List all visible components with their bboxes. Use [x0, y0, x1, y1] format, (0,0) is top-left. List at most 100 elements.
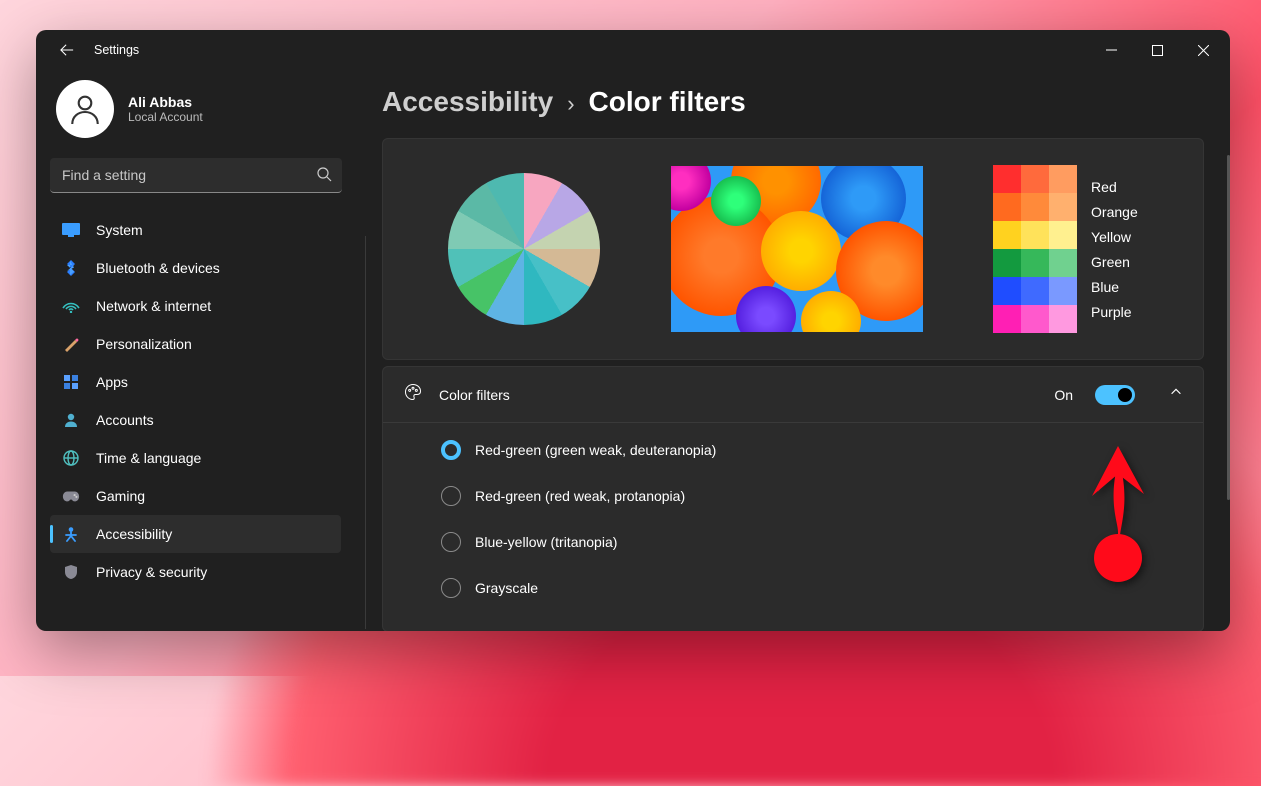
- breadcrumb-parent[interactable]: Accessibility: [382, 86, 553, 118]
- page-title: Color filters: [589, 86, 746, 118]
- breadcrumb: Accessibility › Color filters: [382, 86, 1204, 118]
- swatch-cell: [993, 277, 1021, 305]
- swatch-cell: [1049, 221, 1077, 249]
- maximize-button[interactable]: [1134, 30, 1180, 70]
- scrollbar[interactable]: [1227, 155, 1230, 500]
- setting-label: Color filters: [439, 387, 1038, 403]
- nav-label: Privacy & security: [96, 564, 207, 580]
- sidebar-item-apps[interactable]: Apps: [50, 363, 341, 401]
- preview-card: Red Orange Yellow Green Blue Purple: [382, 138, 1204, 360]
- swatch-cell: [1049, 193, 1077, 221]
- nav-icon: [62, 297, 80, 315]
- nav-icon: [62, 373, 80, 391]
- app-title: Settings: [94, 43, 139, 57]
- annotation-arrow: [1078, 442, 1158, 587]
- swatch-cell: [1049, 165, 1077, 193]
- nav-list: System Bluetooth & devices Network & inter…: [50, 211, 342, 631]
- swatch-cell: [1021, 249, 1049, 277]
- radio-icon: [441, 578, 461, 598]
- palette-icon: [403, 382, 423, 407]
- sidebar: Ali Abbas Local Account System Bluetooth …: [36, 70, 356, 631]
- swatch-cell: [993, 221, 1021, 249]
- swatch-cell: [993, 165, 1021, 193]
- photo-preview: [671, 166, 923, 332]
- chevron-up-icon[interactable]: [1169, 385, 1183, 404]
- main-content: Accessibility › Color filters: [356, 70, 1230, 631]
- swatch-cell: [993, 249, 1021, 277]
- swatch-cell: [1021, 221, 1049, 249]
- sidebar-item-accounts[interactable]: Accounts: [50, 401, 341, 439]
- radio-icon: [441, 532, 461, 552]
- swatch-panel: Red Orange Yellow Green Blue Purple: [993, 165, 1138, 333]
- swatch-labels: Red Orange Yellow Green Blue Purple: [1091, 179, 1138, 320]
- option-label: Red-green (green weak, deuteranopia): [475, 442, 716, 458]
- nav-label: Accessibility: [96, 526, 172, 542]
- user-name: Ali Abbas: [128, 94, 203, 110]
- sidebar-item-network-internet[interactable]: Network & internet: [50, 287, 341, 325]
- radio-icon: [441, 486, 461, 506]
- option-label: Blue-yellow (tritanopia): [475, 534, 617, 550]
- nav-label: Apps: [96, 374, 128, 390]
- settings-window: Settings Ali Abbas Local Account: [36, 30, 1230, 631]
- chevron-right-icon: ›: [567, 91, 574, 117]
- swatch-cell: [1049, 305, 1077, 333]
- nav-label: Gaming: [96, 488, 145, 504]
- swatch-cell: [993, 193, 1021, 221]
- swatch-cell: [993, 305, 1021, 333]
- filter-option[interactable]: Grayscale: [441, 565, 1183, 611]
- color-filters-toggle[interactable]: [1095, 385, 1135, 405]
- swatch-label: Yellow: [1091, 229, 1138, 245]
- swatch-cell: [1049, 249, 1077, 277]
- toggle-state-text: On: [1054, 387, 1073, 403]
- filter-option[interactable]: Red-green (red weak, protanopia): [441, 473, 1183, 519]
- back-button[interactable]: [54, 37, 80, 63]
- filter-option[interactable]: Red-green (green weak, deuteranopia): [441, 427, 1183, 473]
- sidebar-item-time-language[interactable]: Time & language: [50, 439, 341, 477]
- nav-icon: [62, 449, 80, 467]
- swatch-grid: [993, 165, 1077, 333]
- radio-icon: [441, 440, 461, 460]
- color-filters-toggle-row[interactable]: Color filters On: [383, 367, 1203, 422]
- profile[interactable]: Ali Abbas Local Account: [50, 70, 342, 158]
- swatch-cell: [1021, 193, 1049, 221]
- nav-label: Network & internet: [96, 298, 211, 314]
- nav-label: Time & language: [96, 450, 201, 466]
- search-field[interactable]: [50, 158, 342, 193]
- swatch-label: Orange: [1091, 204, 1138, 220]
- sidebar-item-system[interactable]: System: [50, 211, 341, 249]
- nav-icon: [62, 563, 80, 581]
- swatch-cell: [1021, 305, 1049, 333]
- nav-icon: [62, 525, 80, 543]
- search-icon: [316, 166, 332, 187]
- sidebar-item-privacy-security[interactable]: Privacy & security: [50, 553, 341, 591]
- nav-icon: [62, 221, 80, 239]
- option-label: Grayscale: [475, 580, 538, 596]
- nav-label: Accounts: [96, 412, 154, 428]
- titlebar: Settings: [36, 30, 1230, 70]
- minimize-button[interactable]: [1088, 30, 1134, 70]
- nav-icon: [62, 259, 80, 277]
- swatch-label: Green: [1091, 254, 1138, 270]
- sidebar-item-accessibility[interactable]: Accessibility: [50, 515, 341, 553]
- sidebar-item-personalization[interactable]: Personalization: [50, 325, 341, 363]
- swatch-cell: [1021, 277, 1049, 305]
- sidebar-item-bluetooth-devices[interactable]: Bluetooth & devices: [50, 249, 341, 287]
- option-label: Red-green (red weak, protanopia): [475, 488, 685, 504]
- account-type: Local Account: [128, 110, 203, 124]
- close-button[interactable]: [1180, 30, 1226, 70]
- swatch-label: Blue: [1091, 279, 1138, 295]
- search-input[interactable]: [50, 158, 342, 193]
- nav-icon: [62, 335, 80, 353]
- color-wheel-preview: [448, 173, 600, 325]
- nav-icon: [62, 487, 80, 505]
- sidebar-item-gaming[interactable]: Gaming: [50, 477, 341, 515]
- swatch-label: Red: [1091, 179, 1138, 195]
- swatch-cell: [1021, 165, 1049, 193]
- filter-option[interactable]: Blue-yellow (tritanopia): [441, 519, 1183, 565]
- swatch-cell: [1049, 277, 1077, 305]
- avatar: [56, 80, 114, 138]
- swatch-label: Purple: [1091, 304, 1138, 320]
- nav-icon: [62, 411, 80, 429]
- nav-label: Personalization: [96, 336, 192, 352]
- nav-label: Bluetooth & devices: [96, 260, 220, 276]
